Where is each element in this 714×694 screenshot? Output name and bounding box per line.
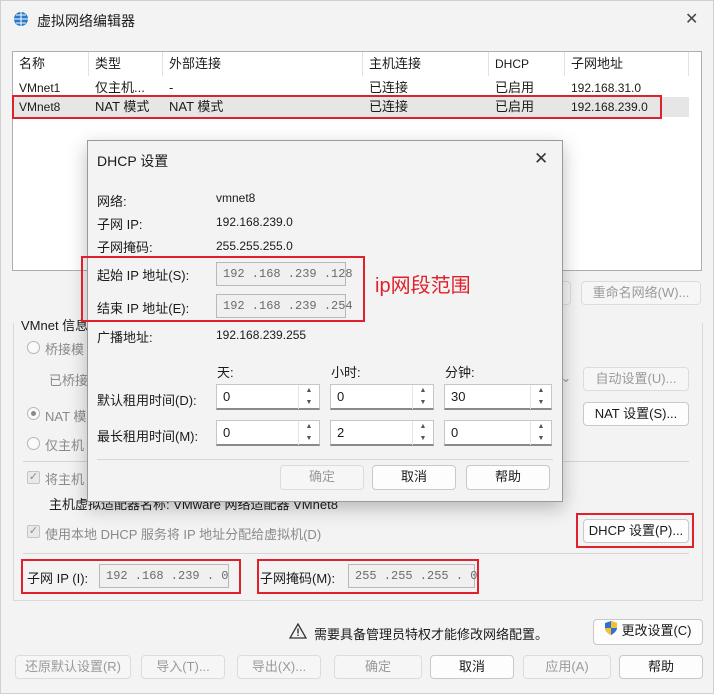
- export-button[interactable]: 导出(X)...: [237, 655, 321, 679]
- highlight-vmnet8-row: [12, 95, 662, 119]
- bridged-to-label: 已桥接: [49, 373, 89, 388]
- spin-up-icon[interactable]: ▲: [530, 385, 551, 397]
- col-header-external[interactable]: 外部连接: [163, 52, 363, 76]
- subnet-mask-value: 255.255.255.0: [216, 239, 293, 253]
- host-only-label: 仅主机: [45, 438, 85, 453]
- bridged-label: 桥接模: [45, 342, 85, 357]
- shield-icon: [604, 620, 618, 643]
- default-lease-hours[interactable]: 0 ▲ ▼: [330, 384, 434, 410]
- subnet-ip-value: 192.168.239.0: [216, 215, 293, 229]
- hours-header: 小时:: [331, 365, 361, 380]
- nat-settings-button[interactable]: NAT 设置(S)...: [583, 402, 689, 426]
- highlight-dhcp-settings: [576, 513, 694, 548]
- change-settings-label: 更改设置(C): [621, 623, 692, 638]
- spin-up-icon[interactable]: ▲: [298, 421, 319, 433]
- spin-value: 30: [451, 389, 466, 404]
- connect-host-checkbox[interactable]: ✓: [27, 471, 40, 484]
- network-value: vmnet8: [216, 191, 256, 205]
- restore-defaults-button[interactable]: 还原默认设置(R): [15, 655, 131, 679]
- ip-range-annotation: ip网段范围: [375, 275, 471, 297]
- nat-radio[interactable]: [27, 407, 40, 420]
- spin-value: 0: [451, 425, 459, 440]
- spin-up-icon[interactable]: ▲: [530, 421, 551, 433]
- broadcast-label: 广播地址:: [97, 330, 153, 345]
- help-button[interactable]: 帮助: [619, 655, 703, 679]
- dialog-ok-button[interactable]: 确定: [280, 465, 364, 490]
- use-dhcp-label: 使用本地 DHCP 服务将 IP 地址分配给虚拟机(D): [45, 527, 322, 542]
- spin-value: 0: [223, 425, 231, 440]
- default-lease-label: 默认租用时间(D):: [97, 393, 197, 408]
- auto-settings-button[interactable]: 自动设置(U)...: [583, 367, 689, 391]
- highlight-ip-range: [81, 256, 365, 322]
- spin-down-icon[interactable]: ▼: [298, 397, 319, 409]
- subnet-ip-label: 子网 IP:: [97, 217, 143, 232]
- dialog-cancel-button[interactable]: 取消: [372, 465, 456, 490]
- spin-down-icon[interactable]: ▼: [530, 433, 551, 445]
- col-header-dhcp[interactable]: DHCP: [489, 52, 565, 76]
- use-dhcp-checkbox[interactable]: ✓: [27, 525, 40, 538]
- dialog-title: DHCP 设置: [97, 153, 169, 169]
- spin-down-icon[interactable]: ▼: [412, 397, 433, 409]
- rename-network-button[interactable]: 重命名网络(W)...: [581, 281, 701, 305]
- dialog-close-button[interactable]: ✕: [534, 149, 548, 169]
- broadcast-value: 192.168.239.255: [216, 328, 307, 342]
- subnet-mask-label: 子网掩码:: [97, 240, 153, 255]
- spin-up-icon[interactable]: ▲: [412, 421, 433, 433]
- window-close-button[interactable]: ✕: [685, 9, 698, 29]
- col-header-host[interactable]: 主机连接: [363, 52, 489, 76]
- apply-button[interactable]: 应用(A): [523, 655, 611, 679]
- max-lease-hours[interactable]: 2 ▲ ▼: [330, 420, 434, 446]
- highlight-subnet-mask: [257, 559, 479, 594]
- max-lease-days[interactable]: 0 ▲ ▼: [216, 420, 320, 446]
- divider: [23, 553, 689, 554]
- spin-value: 2: [337, 425, 345, 440]
- import-button[interactable]: 导入(T)...: [141, 655, 225, 679]
- window-title: 虚拟网络编辑器: [37, 13, 135, 29]
- col-header-subnet[interactable]: 子网地址: [565, 52, 689, 76]
- bridged-radio[interactable]: [27, 341, 40, 354]
- default-lease-days[interactable]: 0 ▲ ▼: [216, 384, 320, 410]
- col-header-name[interactable]: 名称: [13, 52, 89, 76]
- dhcp-settings-dialog: DHCP 设置 ✕ 网络: vmnet8 子网 IP: 192.168.239.…: [81, 140, 563, 502]
- ok-button[interactable]: 确定: [334, 655, 422, 679]
- divider: [97, 459, 553, 460]
- max-lease-label: 最长租用时间(M):: [97, 429, 199, 444]
- highlight-subnet-ip: [21, 559, 241, 594]
- host-only-radio[interactable]: [27, 437, 40, 450]
- spin-up-icon[interactable]: ▲: [298, 385, 319, 397]
- max-lease-minutes[interactable]: 0 ▲ ▼: [444, 420, 552, 446]
- dialog-help-button[interactable]: 帮助: [466, 465, 550, 490]
- default-lease-minutes[interactable]: 30 ▲ ▼: [444, 384, 552, 410]
- minutes-header: 分钟:: [445, 365, 475, 380]
- spin-down-icon[interactable]: ▼: [412, 433, 433, 445]
- change-settings-button[interactable]: 更改设置(C): [593, 619, 703, 645]
- connect-host-label: 将主机: [45, 472, 85, 487]
- spin-up-icon[interactable]: ▲: [412, 385, 433, 397]
- virtual-network-editor-window: 虚拟网络编辑器 ✕ 名称 类型 外部连接 主机连接 DHCP 子网地址 VMne…: [0, 0, 714, 694]
- nat-label: NAT 模: [45, 409, 87, 424]
- admin-notice: 需要具备管理员特权才能修改网络配置。: [314, 627, 549, 642]
- app-icon: [13, 11, 29, 27]
- spin-down-icon[interactable]: ▼: [530, 397, 551, 409]
- warning-icon: [288, 622, 308, 639]
- col-header-type[interactable]: 类型: [89, 52, 163, 76]
- spin-value: 0: [223, 389, 231, 404]
- cancel-button[interactable]: 取消: [430, 655, 514, 679]
- network-label: 网络:: [97, 194, 127, 209]
- spin-value: 0: [337, 389, 345, 404]
- spin-down-icon[interactable]: ▼: [298, 433, 319, 445]
- days-header: 天:: [217, 365, 234, 380]
